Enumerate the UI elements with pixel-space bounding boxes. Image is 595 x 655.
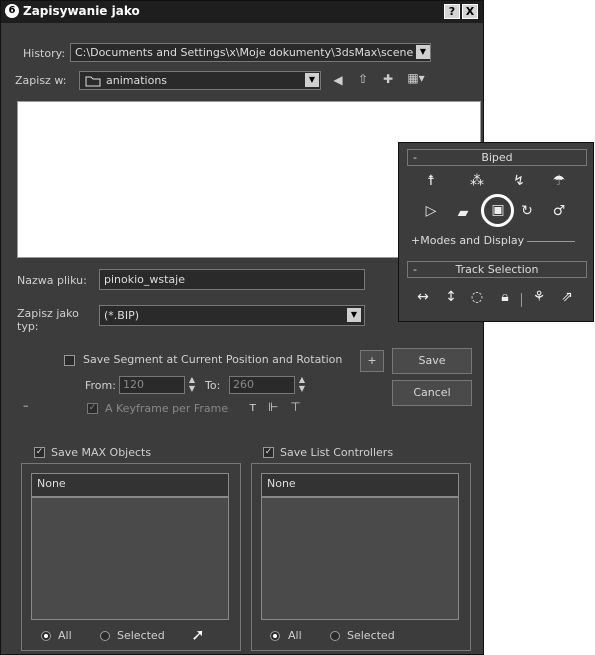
history-dropdown[interactable]: C:\Documents and Settings\x\Moje dokumen… bbox=[70, 43, 431, 62]
add-segment-button[interactable]: + bbox=[360, 350, 384, 372]
chevron-down-icon[interactable]: ▼ bbox=[416, 45, 430, 59]
all-radio[interactable] bbox=[270, 631, 280, 641]
list-controllers-list-header: None bbox=[261, 473, 459, 497]
biped-title: Biped bbox=[481, 151, 513, 164]
save-max-objects-label: Save MAX Objects bbox=[51, 446, 152, 459]
motion-flow-icon[interactable]: ↯ bbox=[509, 173, 529, 189]
figure-mode-icon[interactable]: ☨ bbox=[421, 173, 441, 189]
all-radio-label: All bbox=[58, 629, 72, 642]
selected-radio[interactable] bbox=[330, 631, 340, 641]
chevron-down-icon[interactable]: ▼ bbox=[347, 308, 361, 322]
all-radio[interactable] bbox=[41, 631, 51, 641]
save-dialog: 6 Zapisywanie jako ? X History: C:\Docum… bbox=[0, 0, 484, 655]
back-icon[interactable]: ◀ bbox=[331, 73, 345, 87]
body-vertical-icon[interactable]: ↕ bbox=[441, 289, 461, 305]
spinner-arrows-icon[interactable]: ▲ ▼ bbox=[296, 375, 308, 393]
new-folder-icon[interactable]: ✚ bbox=[379, 72, 397, 86]
modes-and-display[interactable]: +Modes and Display bbox=[411, 234, 524, 247]
from-label: From: bbox=[85, 379, 116, 392]
move-all-icon[interactable]: ♂ bbox=[549, 203, 569, 219]
title-bar: 6 Zapisywanie jako ? X bbox=[1, 1, 483, 23]
mixer-icon[interactable]: ☂ bbox=[549, 173, 569, 189]
selected-radio-label: Selected bbox=[347, 629, 395, 642]
collapse-minus[interactable]: – bbox=[23, 399, 29, 412]
folder-icon bbox=[85, 76, 101, 87]
max-objects-list-header: None bbox=[31, 473, 229, 497]
filename-label: Nazwa pliku: bbox=[17, 274, 87, 287]
open-folder-icon[interactable]: ▰ bbox=[453, 205, 473, 221]
opposite-icon[interactable]: ⇗ bbox=[557, 289, 577, 305]
save-in-label: Zapisz w: bbox=[15, 74, 67, 87]
all-radio-label: All bbox=[288, 629, 302, 642]
lock-cog-icon[interactable]: 🔒︎ bbox=[495, 289, 515, 305]
save-segment-checkbox[interactable] bbox=[64, 355, 75, 366]
filetype-dropdown[interactable]: (*.BIP) bbox=[99, 305, 365, 326]
track-collapse: - bbox=[413, 263, 417, 276]
selected-radio[interactable] bbox=[100, 631, 110, 641]
up-folder-icon[interactable]: ⇧ bbox=[355, 72, 371, 86]
app-icon: 6 bbox=[5, 4, 19, 18]
save-button[interactable]: Save bbox=[392, 348, 472, 374]
save-file-icon[interactable]: ▣ bbox=[488, 202, 508, 218]
save-list-controllers-label: Save List Controllers bbox=[280, 446, 394, 459]
body-horizontal-icon[interactable]: ↔ bbox=[413, 289, 433, 305]
symmetrical-icon[interactable]: ⚘ bbox=[529, 289, 549, 305]
keyframe-label: A Keyframe per Frame bbox=[105, 402, 229, 415]
biped-rollout-header[interactable]: - Biped bbox=[407, 149, 587, 166]
history-label: History: bbox=[23, 47, 66, 60]
track-rollout-header[interactable]: - Track Selection bbox=[407, 261, 587, 278]
window-title: Zapisywanie jako bbox=[23, 4, 140, 18]
body-rotation-icon[interactable]: ◌ bbox=[467, 289, 487, 305]
view-menu-icon[interactable]: ▦▾ bbox=[405, 71, 427, 85]
filename-input[interactable]: pinokio_wstaje bbox=[99, 269, 365, 290]
biped-collapse: - bbox=[413, 151, 417, 164]
to-label: To: bbox=[205, 379, 221, 392]
to-spinner[interactable]: 260 bbox=[229, 376, 295, 394]
save-list-controllers-checkbox[interactable]: ✓ bbox=[263, 447, 274, 458]
close-button[interactable]: X bbox=[462, 4, 478, 19]
divider bbox=[521, 293, 522, 307]
footstep-mode-icon[interactable]: ⁂ bbox=[467, 173, 487, 189]
list-controllers-list[interactable] bbox=[261, 497, 459, 620]
divider bbox=[527, 241, 575, 242]
key-filter-icons[interactable]: ᴛ ⊩ ⊤ bbox=[245, 400, 309, 414]
track-title: Track Selection bbox=[455, 263, 539, 276]
convert-icon[interactable]: ↻ bbox=[517, 203, 537, 219]
cancel-button[interactable]: Cancel bbox=[392, 380, 472, 406]
save-in-dropdown[interactable]: animations bbox=[79, 71, 321, 90]
save-segment-label: Save Segment at Current Position and Rot… bbox=[83, 353, 343, 366]
help-button[interactable]: ? bbox=[444, 4, 460, 19]
from-spinner[interactable]: 120 bbox=[119, 376, 185, 394]
chevron-down-icon[interactable]: ▼ bbox=[305, 73, 319, 87]
filetype-label: Zapisz jako typ: bbox=[17, 307, 79, 333]
spinner-arrows-icon[interactable]: ▲ ▼ bbox=[186, 375, 198, 393]
save-max-objects-checkbox[interactable]: ✓ bbox=[34, 447, 45, 458]
max-objects-list[interactable] bbox=[31, 497, 229, 620]
pick-icon[interactable]: ➚ bbox=[189, 625, 207, 644]
selected-radio-label: Selected bbox=[117, 629, 165, 642]
keyframe-checkbox[interactable]: ✓ bbox=[87, 403, 98, 414]
biped-panel: - Biped ☨ ⁂ ↯ ☂ ▷ ▰ ▣ ↻ ♂ +Modes and Dis… bbox=[398, 142, 594, 322]
load-file-icon[interactable]: ▷ bbox=[421, 203, 441, 219]
